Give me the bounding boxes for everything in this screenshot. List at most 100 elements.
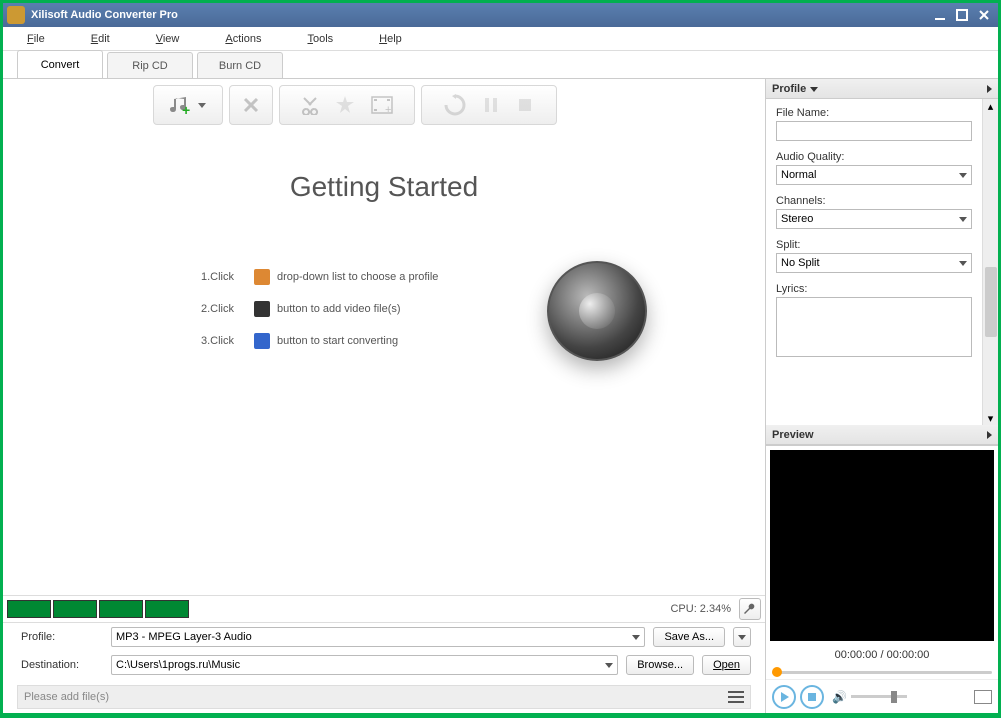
add-file-button[interactable]: + [153,85,223,125]
browse-button[interactable]: Browse... [626,655,694,675]
cpu-usage-label: CPU: 2.34% [670,603,731,615]
stop-button[interactable] [800,685,824,709]
body: + + Getting Started [3,79,998,713]
menu-actions[interactable]: Actions [225,33,261,45]
profile-panel: File Name: Audio Quality: Normal Channel… [766,99,998,425]
volume-slider[interactable] [851,695,907,698]
scissors-icon[interactable] [301,95,319,115]
chevron-down-icon [738,635,746,640]
minimize-button[interactable] [930,6,950,24]
chevron-down-icon [959,217,967,222]
cpu-bar-row: CPU: 2.34% [3,595,765,623]
video-add-icon[interactable]: + [371,96,393,114]
profile-select[interactable]: MP3 - MPEG Layer-3 Audio [111,627,645,647]
delete-button[interactable] [229,85,273,125]
destination-label: Destination: [21,659,103,671]
gs-step-3: 3.Click button to start converting [201,325,765,357]
preview-panel: 00:00:00 / 00:00:00 🔊 [766,445,998,713]
preview-screen [770,450,994,641]
music-add-icon [254,301,270,317]
channels-select[interactable]: Stereo [776,209,972,229]
filename-input[interactable] [776,121,972,141]
profile-scrollbar[interactable]: ▴ ▾ [982,99,998,425]
side-pane: Profile File Name: Audio Quality: Normal… [766,79,998,713]
cpu-cores [7,600,189,618]
chevron-down-icon [605,663,613,668]
hint-text: Please add file(s) [24,691,109,703]
seek-bar[interactable] [766,665,998,679]
profile-list-icon [254,269,270,285]
gs-step-2: 2.Click button to add video file(s) [201,293,765,325]
chevron-down-icon [959,261,967,266]
plus-icon: + [182,102,190,118]
star-icon[interactable] [335,95,355,115]
wrench-icon [743,602,757,616]
menubar: File Edit View Actions Tools Help [3,27,998,51]
tab-burn-cd[interactable]: Burn CD [197,52,283,78]
preview-panel-header: Preview [766,425,998,445]
close-button[interactable] [974,6,994,24]
lyrics-label: Lyrics: [776,283,972,295]
time-display: 00:00:00 / 00:00:00 [766,645,998,665]
chevron-down-icon [632,635,640,640]
content-area: Getting Started 1.Click drop-down list t… [3,131,765,595]
audio-quality-label: Audio Quality: [776,151,972,163]
edit-group: + [279,85,415,125]
main-pane: + + Getting Started [3,79,766,713]
profile-panel-header: Profile [766,79,998,99]
chevron-down-icon[interactable] [810,87,818,92]
snapshot-button[interactable] [974,690,992,704]
profile-label: Profile: [21,631,103,643]
tab-rip-cd[interactable]: Rip CD [107,52,193,78]
stop-icon[interactable] [516,96,534,114]
menu-view[interactable]: View [156,33,180,45]
chevron-down-icon [959,173,967,178]
collapse-icon[interactable] [987,431,992,439]
chevron-down-icon [198,103,206,108]
profile-menu-button[interactable] [733,627,751,647]
speaker-image [547,261,657,371]
scroll-up-icon[interactable]: ▴ [984,99,998,113]
svg-text:+: + [385,104,391,114]
open-button[interactable]: Open [702,655,751,675]
hint-bar: Please add file(s) [17,685,751,709]
save-as-button[interactable]: Save As... [653,627,725,647]
destination-input[interactable]: C:\Users\1progs.ru\Music [111,655,618,675]
window: Xilisoft Audio Converter Pro File Edit V… [2,2,999,714]
split-label: Split: [776,239,972,251]
play-icon [781,692,789,702]
convert-icon[interactable] [444,94,466,116]
convert-group [421,85,557,125]
menu-help[interactable]: Help [379,33,402,45]
menu-tools[interactable]: Tools [307,33,333,45]
volume-thumb[interactable] [891,691,897,703]
list-view-icon[interactable] [728,690,744,704]
seek-thumb[interactable] [772,667,782,677]
volume-icon[interactable]: 🔊 [832,690,847,704]
collapse-icon[interactable] [987,85,992,93]
app-logo-icon [7,6,25,24]
titlebar: Xilisoft Audio Converter Pro [3,3,998,27]
maximize-button[interactable] [952,6,972,24]
player-controls: 🔊 [766,679,998,713]
getting-started-steps: 1.Click drop-down list to choose a profi… [3,261,765,357]
scroll-thumb[interactable] [985,267,997,337]
window-title: Xilisoft Audio Converter Pro [31,9,928,21]
gs-step-1: 1.Click drop-down list to choose a profi… [201,261,765,293]
cpu-settings-button[interactable] [739,598,761,620]
cpu-core [7,600,51,618]
pause-icon[interactable] [482,96,500,114]
play-button[interactable] [772,685,796,709]
scroll-down-icon[interactable]: ▾ [984,411,998,425]
stop-icon [808,693,816,701]
split-select[interactable]: No Split [776,253,972,273]
x-icon [242,96,260,114]
cpu-core [53,600,97,618]
lyrics-textarea[interactable] [776,297,972,357]
tab-convert[interactable]: Convert [17,50,103,78]
cpu-core [99,600,143,618]
menu-edit[interactable]: Edit [91,33,110,45]
menu-file[interactable]: File [27,33,45,45]
audio-quality-select[interactable]: Normal [776,165,972,185]
cpu-core [145,600,189,618]
